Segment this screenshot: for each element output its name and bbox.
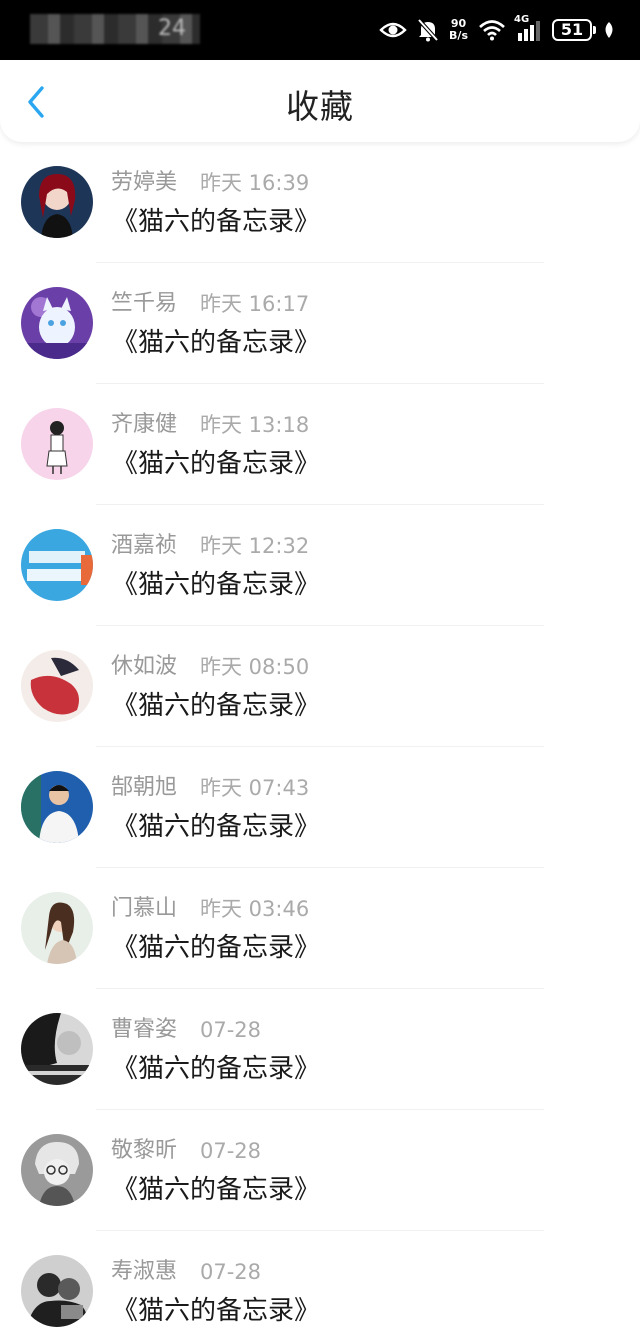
- favorite-title: 《猫六的备忘录》: [112, 1175, 321, 1205]
- timestamp: 昨天 12:32: [200, 534, 310, 558]
- user-name: 寿淑惠: [111, 1259, 178, 1284]
- favorite-title: 《猫六的备忘录》: [112, 328, 321, 358]
- wifi-icon: [478, 19, 506, 41]
- avatar[interactable]: [21, 1013, 93, 1085]
- favorite-item[interactable]: 休如波 昨天 08:50 《猫六的备忘录》: [0, 626, 640, 747]
- net-speed: 90 B/s: [449, 17, 468, 42]
- timestamp: 昨天 08:50: [200, 655, 310, 679]
- user-name: 劳婷美: [111, 170, 178, 195]
- status-bar: 24 90 B/s 4G 51: [0, 0, 640, 60]
- user-name: 竺千易: [111, 291, 178, 316]
- avatar[interactable]: [21, 529, 93, 601]
- favorite-title: 《猫六的备忘录》: [112, 691, 321, 721]
- favorite-item[interactable]: 敬黎昕 07-28 《猫六的备忘录》: [0, 1110, 640, 1231]
- eye-icon: [379, 20, 407, 40]
- favorite-title: 《猫六的备忘录》: [112, 570, 321, 600]
- avatar[interactable]: [21, 650, 93, 722]
- user-name: 曹睿姿: [111, 1017, 178, 1042]
- status-time: 24: [30, 14, 200, 44]
- favorite-item[interactable]: 劳婷美 昨天 16:39 《猫六的备忘录》: [0, 142, 640, 263]
- header-bar: 收藏: [0, 60, 640, 142]
- avatar[interactable]: [21, 1134, 93, 1206]
- favorite-title: 《猫六的备忘录》: [112, 933, 321, 963]
- favorite-title: 《猫六的备忘录》: [112, 207, 321, 237]
- favorite-title: 《猫六的备忘录》: [112, 449, 321, 479]
- favorite-item[interactable]: 竺千易 昨天 16:17 《猫六的备忘录》: [0, 263, 640, 384]
- avatar[interactable]: [21, 408, 93, 480]
- favorite-item[interactable]: 曹睿姿 07-28 《猫六的备忘录》: [0, 989, 640, 1110]
- favorite-item[interactable]: 酒嘉祯 昨天 12:32 《猫六的备忘录》: [0, 505, 640, 626]
- user-name: 休如波: [111, 654, 178, 679]
- timestamp: 07-28: [200, 1260, 262, 1284]
- chevron-left-icon: [28, 86, 44, 118]
- favorites-list: 劳婷美 昨天 16:39 《猫六的备忘录》 竺千易 昨天 16:17 《猫六的备…: [0, 142, 640, 1330]
- page-title: 收藏: [286, 87, 354, 126]
- favorite-item[interactable]: 郜朝旭 昨天 07:43 《猫六的备忘录》: [0, 747, 640, 868]
- favorite-title: 《猫六的备忘录》: [112, 812, 321, 842]
- user-name: 敬黎昕: [111, 1138, 178, 1163]
- timestamp: 昨天 16:17: [200, 292, 310, 316]
- signal-icon: 4G: [514, 15, 542, 41]
- favorite-item[interactable]: 寿淑惠 07-28 《猫六的备忘录》: [0, 1231, 640, 1330]
- avatar[interactable]: [21, 287, 93, 359]
- avatar[interactable]: [21, 1255, 93, 1327]
- timestamp: 昨天 07:43: [200, 776, 310, 800]
- avatar[interactable]: [21, 771, 93, 843]
- timestamp: 昨天 16:39: [200, 171, 310, 195]
- battery-icon: 51: [552, 19, 596, 41]
- user-name: 齐康健: [111, 412, 178, 437]
- favorite-item[interactable]: 门慕山 昨天 03:46 《猫六的备忘录》: [0, 868, 640, 989]
- timestamp: 07-28: [200, 1018, 262, 1042]
- user-name: 酒嘉祯: [111, 533, 178, 558]
- leaf-icon: [602, 20, 616, 40]
- favorite-title: 《猫六的备忘录》: [112, 1054, 321, 1084]
- user-name: 郜朝旭: [111, 775, 178, 800]
- user-name: 门慕山: [111, 896, 178, 921]
- favorite-item[interactable]: 齐康健 昨天 13:18 《猫六的备忘录》: [0, 384, 640, 505]
- timestamp: 昨天 13:18: [200, 413, 310, 437]
- timestamp: 07-28: [200, 1139, 262, 1163]
- favorite-title: 《猫六的备忘录》: [112, 1296, 321, 1326]
- back-button[interactable]: [18, 82, 54, 122]
- status-icons: 90 B/s 4G 51: [379, 14, 616, 46]
- bell-off-icon: [417, 18, 439, 42]
- avatar[interactable]: [21, 166, 93, 238]
- avatar[interactable]: [21, 892, 93, 964]
- timestamp: 昨天 03:46: [200, 897, 310, 921]
